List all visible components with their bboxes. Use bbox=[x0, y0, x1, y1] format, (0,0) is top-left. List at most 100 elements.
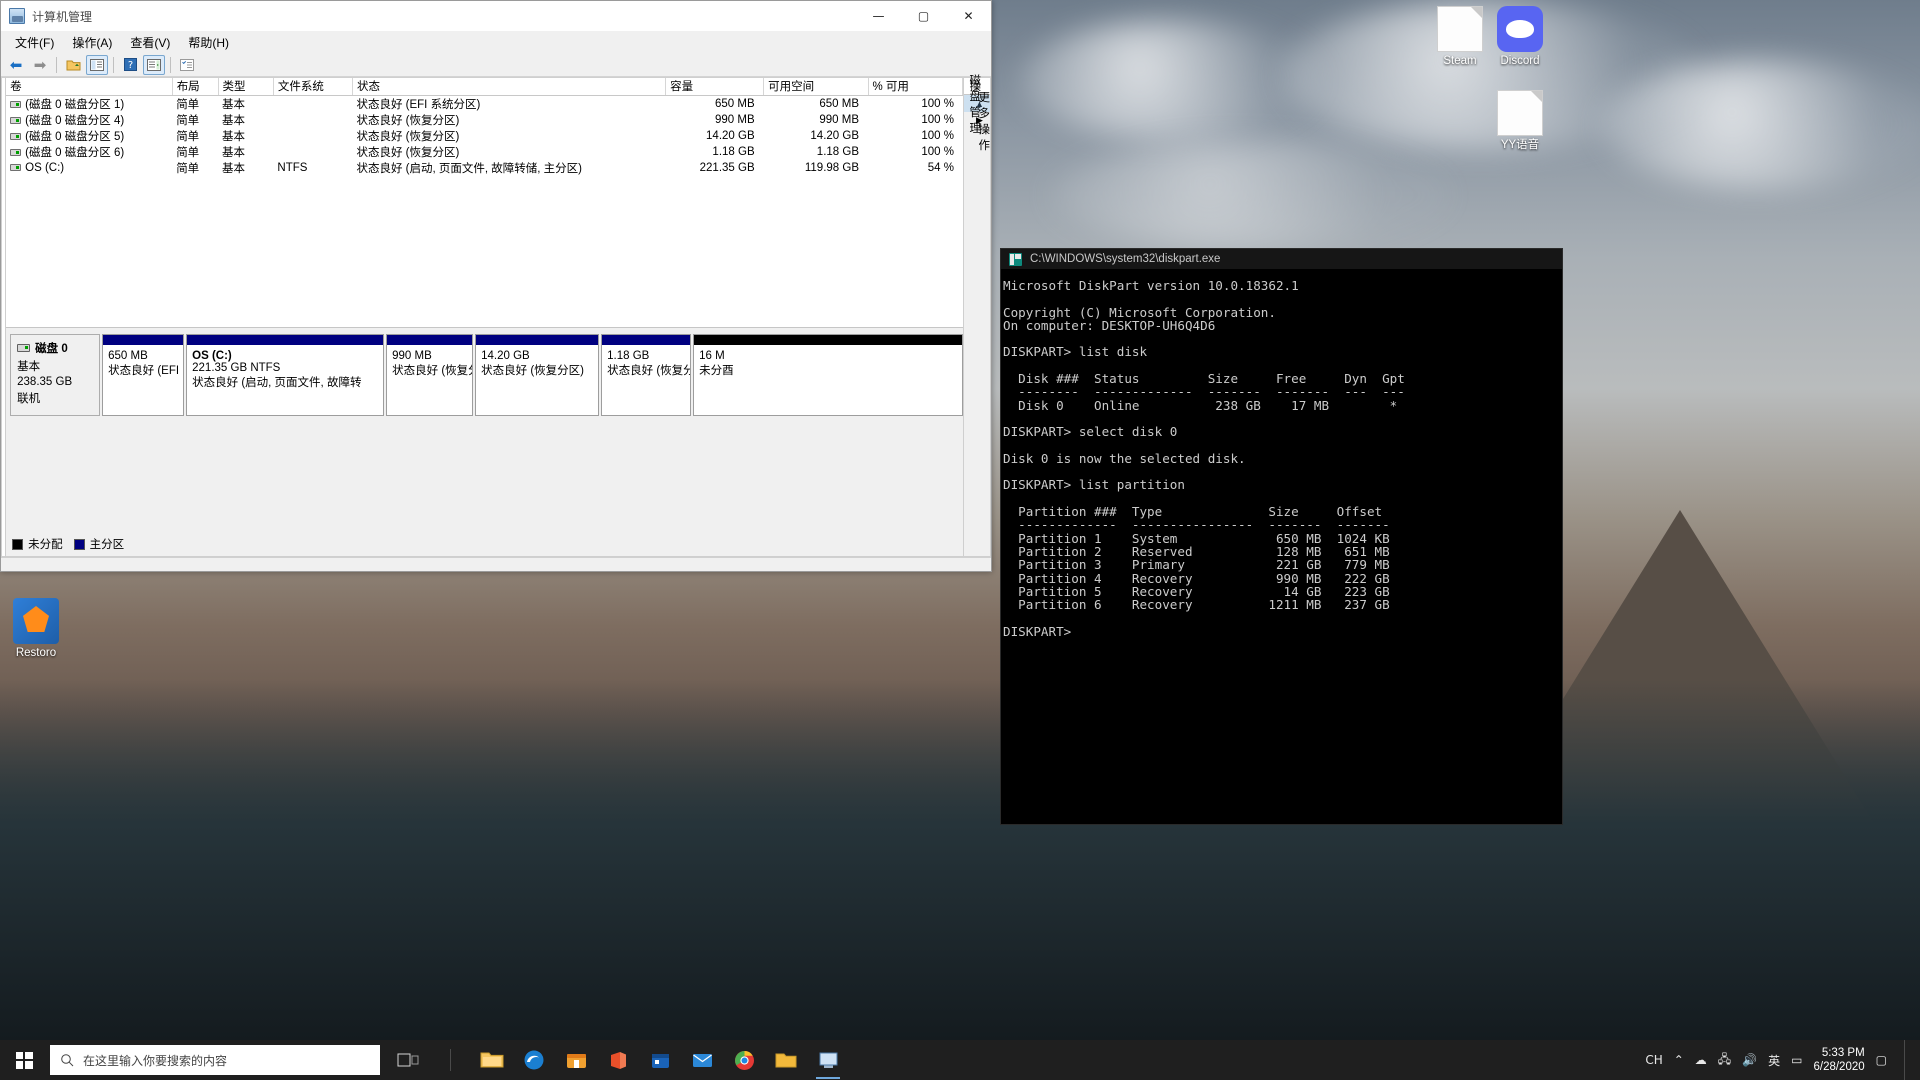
cell-percent-free: 54 % bbox=[927, 161, 954, 174]
cell-volume: (磁盘 0 磁盘分区 6) bbox=[6, 144, 172, 160]
table-row[interactable]: (磁盘 0 磁盘分区 4) 简单 基本 状态良好 (恢复分区) 990 MB 9… bbox=[6, 112, 963, 128]
office-icon[interactable] bbox=[598, 1040, 638, 1080]
partition-size: 16 M bbox=[699, 350, 725, 362]
desktop-icon-label: YY语音 bbox=[1500, 139, 1540, 151]
column-header-free-space[interactable]: 可用空间 bbox=[763, 78, 869, 96]
computer-management-taskbar-icon[interactable] bbox=[808, 1040, 848, 1080]
window-controls[interactable]: — ▢ ✕ bbox=[856, 1, 991, 31]
start-button[interactable] bbox=[0, 1040, 48, 1080]
menu-help[interactable]: 帮助(H) bbox=[179, 32, 238, 53]
computer-management-icon bbox=[9, 8, 25, 24]
taskbar[interactable]: 在这里输入你要搜索的内容 CH ⌃ ☁ 🖧 🔊 英 ▭ 5:33 PM 6/28… bbox=[0, 1040, 1920, 1080]
column-header-volume[interactable]: 卷 bbox=[6, 78, 173, 96]
partition-color-bar bbox=[476, 335, 599, 346]
cell-layout: 简单 bbox=[176, 130, 200, 143]
battery-icon[interactable]: ▭ bbox=[1791, 1053, 1802, 1067]
maximize-button[interactable]: ▢ bbox=[901, 1, 946, 31]
actions-pane[interactable]: 操作 磁盘管理 ▲ 更多操作 ▶ bbox=[964, 75, 991, 557]
cell-percent-free: 100 % bbox=[921, 145, 954, 158]
volume-icon bbox=[10, 132, 22, 140]
column-header-percent-free[interactable]: % 可用 bbox=[868, 78, 964, 96]
partition-color-bar bbox=[387, 335, 473, 346]
taskbar-items[interactable] bbox=[388, 1040, 848, 1080]
explorer-window-icon[interactable] bbox=[766, 1040, 806, 1080]
partition-size: 1.18 GB bbox=[607, 350, 650, 362]
wallpaper-cloud bbox=[1600, 60, 1920, 190]
table-header-row[interactable]: 卷 布局 类型 文件系统 状态 容量 可用空间 % 可用 bbox=[6, 78, 964, 96]
desktop-icon-yy-voice[interactable]: YY语音 bbox=[1482, 90, 1558, 152]
ime-indicator[interactable]: CH bbox=[1645, 1053, 1662, 1067]
console-titlebar[interactable]: C:\WINDOWS\system32\diskpart.exe bbox=[1001, 249, 1562, 269]
file-explorer-icon[interactable] bbox=[472, 1040, 512, 1080]
column-header-status[interactable]: 状态 bbox=[352, 78, 667, 96]
show-hide-action-pane-icon[interactable] bbox=[143, 54, 165, 75]
table-row[interactable]: (磁盘 0 磁盘分区 1) 简单 基本 状态良好 (EFI 系统分区) 650 … bbox=[6, 95, 963, 112]
forward-arrow-icon[interactable]: ➡ bbox=[29, 55, 51, 75]
show-desktop-button[interactable] bbox=[1904, 1040, 1912, 1080]
disk-icon bbox=[17, 344, 31, 352]
clock[interactable]: 5:33 PM 6/28/2020 bbox=[1813, 1046, 1864, 1074]
disk-header[interactable]: 磁盘 0 基本 238.35 GB 联机 bbox=[10, 334, 101, 416]
up-folder-icon[interactable] bbox=[62, 55, 84, 75]
outlook-calendar-icon[interactable] bbox=[640, 1040, 680, 1080]
partition-block-unallocated[interactable]: 16 M 未分酉 bbox=[693, 334, 964, 416]
computer-management-window[interactable]: 计算机管理 — ▢ ✕ 文件(F) 操作(A) 查看(V) 帮助(H) ⬅ ➡ bbox=[0, 0, 992, 572]
table-row[interactable]: (磁盘 0 磁盘分区 5) 简单 基本 状态良好 (恢复分区) 14.20 GB… bbox=[6, 128, 963, 144]
disk-type: 基本 bbox=[17, 361, 41, 373]
store-icon[interactable] bbox=[556, 1040, 596, 1080]
column-header-filesystem[interactable]: 文件系统 bbox=[273, 78, 353, 96]
disk-graphical-view[interactable]: 磁盘 0 基本 238.35 GB 联机 650 MB 状态良好 (EFI OS… bbox=[6, 328, 964, 556]
chevron-right-icon[interactable]: ▶ bbox=[976, 115, 983, 126]
taskbar-separator bbox=[430, 1040, 470, 1080]
partition-status: 未分酉 bbox=[699, 365, 734, 377]
table-row[interactable]: OS (C:) 简单 基本 NTFS 状态良好 (启动, 页面文件, 故障转储,… bbox=[6, 160, 963, 176]
notification-icon[interactable]: ▢ bbox=[1876, 1053, 1887, 1067]
cell-capacity: 221.35 GB bbox=[699, 161, 755, 174]
partition-block[interactable]: 990 MB 状态良好 (恢复分 bbox=[386, 334, 474, 416]
close-button[interactable]: ✕ bbox=[946, 1, 991, 31]
chevron-up-icon[interactable]: ⌃ bbox=[1674, 1053, 1684, 1067]
properties-icon[interactable] bbox=[176, 55, 198, 75]
help-icon[interactable]: ? bbox=[119, 55, 141, 75]
chrome-icon[interactable] bbox=[724, 1040, 764, 1080]
discord-icon bbox=[1497, 6, 1543, 52]
minimize-button[interactable]: — bbox=[856, 1, 901, 31]
console-output[interactable]: Microsoft DiskPart version 10.0.18362.1 … bbox=[1001, 269, 1562, 638]
volume-list[interactable]: 卷 布局 类型 文件系统 状态 容量 可用空间 % 可用 (磁盘 0 磁盘分区 … bbox=[6, 78, 964, 328]
partition-block[interactable]: 14.20 GB 状态良好 (恢复分区) bbox=[475, 334, 600, 416]
cell-type: 基本 bbox=[222, 114, 246, 127]
column-header-capacity[interactable]: 容量 bbox=[665, 78, 765, 96]
back-arrow-icon[interactable]: ⬅ bbox=[5, 55, 27, 75]
toolbar[interactable]: ⬅ ➡ ? bbox=[1, 53, 991, 77]
menu-file[interactable]: 文件(F) bbox=[6, 32, 63, 53]
cell-percent-free: 100 % bbox=[921, 129, 954, 142]
system-tray[interactable]: CH ⌃ ☁ 🖧 🔊 英 ▭ 5:33 PM 6/28/2020 ▢ bbox=[1645, 1040, 1920, 1080]
menu-bar[interactable]: 文件(F) 操作(A) 查看(V) 帮助(H) bbox=[1, 31, 991, 53]
diskpart-console-window[interactable]: C:\WINDOWS\system32\diskpart.exe Microso… bbox=[1000, 248, 1563, 825]
partition-block[interactable]: 650 MB 状态良好 (EFI 系 bbox=[102, 334, 185, 416]
volume-icon[interactable]: 🔊 bbox=[1742, 1053, 1757, 1067]
disk-row-0[interactable]: 磁盘 0 基本 238.35 GB 联机 650 MB 状态良好 (EFI OS… bbox=[10, 334, 964, 416]
status-bar bbox=[1, 557, 991, 571]
edge-icon[interactable] bbox=[514, 1040, 554, 1080]
desktop-icon-discord[interactable]: Discord bbox=[1482, 6, 1558, 68]
desktop-icon-restoro[interactable]: Restoro bbox=[0, 598, 74, 660]
network-icon[interactable]: 🖧 bbox=[1718, 1050, 1731, 1071]
ime-mode-indicator[interactable]: 英 bbox=[1768, 1052, 1780, 1069]
menu-action[interactable]: 操作(A) bbox=[63, 32, 121, 53]
window-titlebar[interactable]: 计算机管理 — ▢ ✕ bbox=[1, 1, 991, 31]
task-view-icon[interactable] bbox=[388, 1040, 428, 1080]
show-hide-tree-icon[interactable] bbox=[86, 54, 108, 75]
partition-block[interactable]: OS (C:) 221.35 GB NTFS 状态良好 (启动, 页面文件, 故… bbox=[186, 334, 385, 416]
onedrive-icon[interactable]: ☁ bbox=[1695, 1053, 1707, 1067]
table-row[interactable]: (磁盘 0 磁盘分区 6) 简单 基本 状态良好 (恢复分区) 1.18 GB … bbox=[6, 144, 963, 160]
disk-name: 磁盘 0 bbox=[35, 343, 68, 355]
menu-view[interactable]: 查看(V) bbox=[121, 32, 179, 53]
column-header-type[interactable]: 类型 bbox=[218, 78, 274, 96]
mail-icon[interactable] bbox=[682, 1040, 722, 1080]
column-header-layout[interactable]: 布局 bbox=[172, 78, 219, 96]
search-input[interactable]: 在这里输入你要搜索的内容 bbox=[50, 1045, 380, 1075]
legend-swatch-unallocated bbox=[12, 538, 24, 550]
partition-block[interactable]: 1.18 GB 状态良好 (恢复分] bbox=[601, 334, 692, 416]
actions-item-more-actions[interactable]: 更多操作 ▶ bbox=[964, 92, 990, 152]
